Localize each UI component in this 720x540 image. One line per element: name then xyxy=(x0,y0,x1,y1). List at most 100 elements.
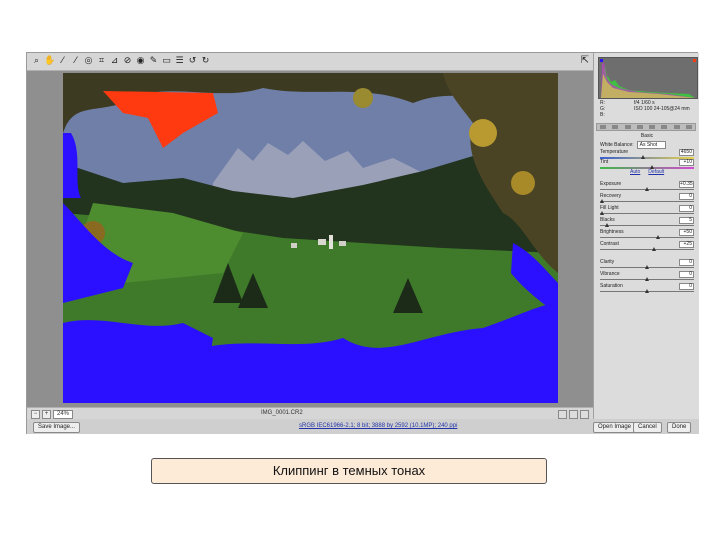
blacks-thumb[interactable] xyxy=(604,223,609,227)
done-button[interactable]: Done xyxy=(667,422,692,433)
white-balance-select[interactable]: As Shot xyxy=(636,141,667,149)
brightness-value-field[interactable]: +50 xyxy=(679,229,694,236)
clarity-value-field[interactable]: 0 xyxy=(679,259,694,266)
slider-tint: Tint +10 xyxy=(600,159,694,171)
tint-label: Tint xyxy=(600,159,609,165)
tab-tone-curve[interactable] xyxy=(612,125,619,129)
slider-blacks: Blacks 5 xyxy=(600,217,694,229)
camera-info: f/4 1/60 s ISO 100 24-105@24 mm xyxy=(634,100,690,112)
tool-list: ⌕ ✋ ⁄ ⁄ ◎ ⌗ ⊿ ⊘ ◉ ✎ ▭ ☰ ↺ ↻ xyxy=(31,56,213,67)
zoom-out-button[interactable]: − xyxy=(31,410,40,419)
temperature-value-field[interactable]: 4650 xyxy=(679,149,694,156)
exposure-label: Exposure xyxy=(600,181,622,187)
color-sampler-icon[interactable]: ⁄ xyxy=(70,56,81,67)
file-name: IMG_0001.CR2 xyxy=(261,410,303,416)
recovery-track[interactable] xyxy=(600,201,694,202)
spot-removal-icon[interactable]: ⊘ xyxy=(122,56,133,67)
blacks-value-field[interactable]: 5 xyxy=(679,217,694,224)
autumn-leaves xyxy=(353,88,373,108)
house xyxy=(339,241,346,246)
slider-saturation: Saturation 0 xyxy=(600,283,694,295)
white-balance-icon[interactable]: ⁄ xyxy=(57,56,68,67)
rotate-cw-icon[interactable]: ↻ xyxy=(200,56,211,67)
clarity-label: Clarity xyxy=(600,259,615,265)
crop-icon[interactable]: ⌗ xyxy=(96,56,107,67)
fill-light-track[interactable] xyxy=(600,213,694,214)
highlight-clipping-indicator[interactable] xyxy=(693,59,696,62)
contrast-track[interactable] xyxy=(600,249,694,250)
rotate-ccw-icon[interactable]: ↺ xyxy=(187,56,198,67)
exposure-value-field[interactable]: +0.35 xyxy=(679,181,694,188)
clarity-thumb[interactable] xyxy=(645,265,649,269)
contrast-value-field[interactable]: +25 xyxy=(679,241,694,248)
fullscreen-icon[interactable]: ⇱ xyxy=(581,55,589,66)
tab-basic[interactable] xyxy=(600,125,607,129)
hand-icon[interactable]: ✋ xyxy=(44,56,55,67)
bottom-bar: Save Image... sRGB IEC61966-2.1; 8 bit; … xyxy=(27,419,699,434)
exposure-thumb[interactable] xyxy=(645,187,649,191)
white-balance-row: White Balance: As Shot xyxy=(600,141,667,149)
zoom-icon[interactable]: ⌕ xyxy=(31,56,42,67)
slider-contrast: Contrast +25 xyxy=(600,241,694,253)
shadow-clipping-indicator[interactable] xyxy=(600,59,603,62)
vibrance-thumb[interactable] xyxy=(645,277,649,281)
contrast-thumb[interactable] xyxy=(652,247,657,251)
landscape-image xyxy=(63,73,558,403)
adjustment-brush-icon[interactable]: ✎ xyxy=(148,56,159,67)
tint-track[interactable] xyxy=(600,167,694,169)
adjustments-panel: R: G: B: f/4 1/60 s ISO 100 24-105@24 mm… xyxy=(593,53,699,419)
straighten-icon[interactable]: ⊿ xyxy=(109,56,120,67)
recovery-thumb[interactable] xyxy=(600,199,604,203)
fill-light-value-field[interactable]: 0 xyxy=(679,205,694,212)
panel-tabs xyxy=(596,123,696,131)
slider-vibrance: Vibrance 0 xyxy=(600,271,694,283)
slider-recovery: Recovery 0 xyxy=(600,193,694,205)
save-image-button[interactable]: Save Image... xyxy=(33,422,81,433)
blacks-track[interactable] xyxy=(600,225,694,226)
contrast-label: Contrast xyxy=(600,241,619,247)
recovery-value-field[interactable]: 0 xyxy=(679,193,694,200)
view-toggles xyxy=(558,410,589,419)
house xyxy=(318,239,326,245)
toolbar: ⌕ ✋ ⁄ ⁄ ◎ ⌗ ⊿ ⊘ ◉ ✎ ▭ ☰ ↺ ↻ ⇱ xyxy=(27,53,593,71)
preview-area xyxy=(27,71,593,407)
vibrance-value-field[interactable]: 0 xyxy=(679,271,694,278)
zoom-in-button[interactable]: + xyxy=(42,410,51,419)
zoom-control: − + 24% xyxy=(31,410,74,419)
brightness-thumb[interactable] xyxy=(655,235,660,239)
brightness-track[interactable] xyxy=(600,237,694,238)
cancel-button[interactable]: Cancel xyxy=(633,422,662,433)
tab-split-toning[interactable] xyxy=(649,125,656,129)
autumn-leaves xyxy=(469,119,497,147)
camera-raw-window: ⌕ ✋ ⁄ ⁄ ◎ ⌗ ⊿ ⊘ ◉ ✎ ▭ ☰ ↺ ↻ ⇱ − + 24% IM… xyxy=(26,52,699,434)
slider-fill-light: Fill Light 0 xyxy=(600,205,694,217)
workflow-options-link[interactable]: sRGB IEC61966-2.1; 8 bit; 3888 by 2592 (… xyxy=(299,423,457,429)
temperature-label: Temperature xyxy=(600,149,629,155)
tab-hsl[interactable] xyxy=(636,125,643,129)
highlights-toggle-icon[interactable] xyxy=(580,410,589,419)
tab-detail[interactable] xyxy=(624,125,631,129)
tint-value-field[interactable]: +10 xyxy=(679,159,694,166)
house xyxy=(291,243,297,248)
photo-preview[interactable] xyxy=(63,73,558,403)
targeted-adjust-icon[interactable]: ◎ xyxy=(83,56,94,67)
fill-light-thumb[interactable] xyxy=(600,211,604,215)
saturation-thumb[interactable] xyxy=(645,289,649,293)
tab-effects[interactable] xyxy=(673,125,680,129)
section-title: Basic xyxy=(640,133,654,139)
preferences-icon[interactable]: ☰ xyxy=(174,56,185,67)
saturation-value-field[interactable]: 0 xyxy=(679,283,694,290)
slider-clarity: Clarity 0 xyxy=(600,259,694,271)
open-image-button[interactable]: Open Image xyxy=(593,422,637,433)
graduated-filter-icon[interactable]: ▭ xyxy=(161,56,172,67)
preview-toggle-icon[interactable] xyxy=(558,410,567,419)
tab-calibration[interactable] xyxy=(685,125,692,129)
tint-thumb[interactable] xyxy=(649,165,654,169)
histogram-graph xyxy=(600,59,696,98)
zoom-level-select[interactable]: 24% xyxy=(53,410,74,419)
red-eye-icon[interactable]: ◉ xyxy=(135,56,146,67)
lens-info: ISO 100 24-105@24 mm xyxy=(634,106,690,112)
brightness-label: Brightness xyxy=(600,229,624,235)
shadows-toggle-icon[interactable] xyxy=(569,410,578,419)
tab-lens[interactable] xyxy=(661,125,668,129)
